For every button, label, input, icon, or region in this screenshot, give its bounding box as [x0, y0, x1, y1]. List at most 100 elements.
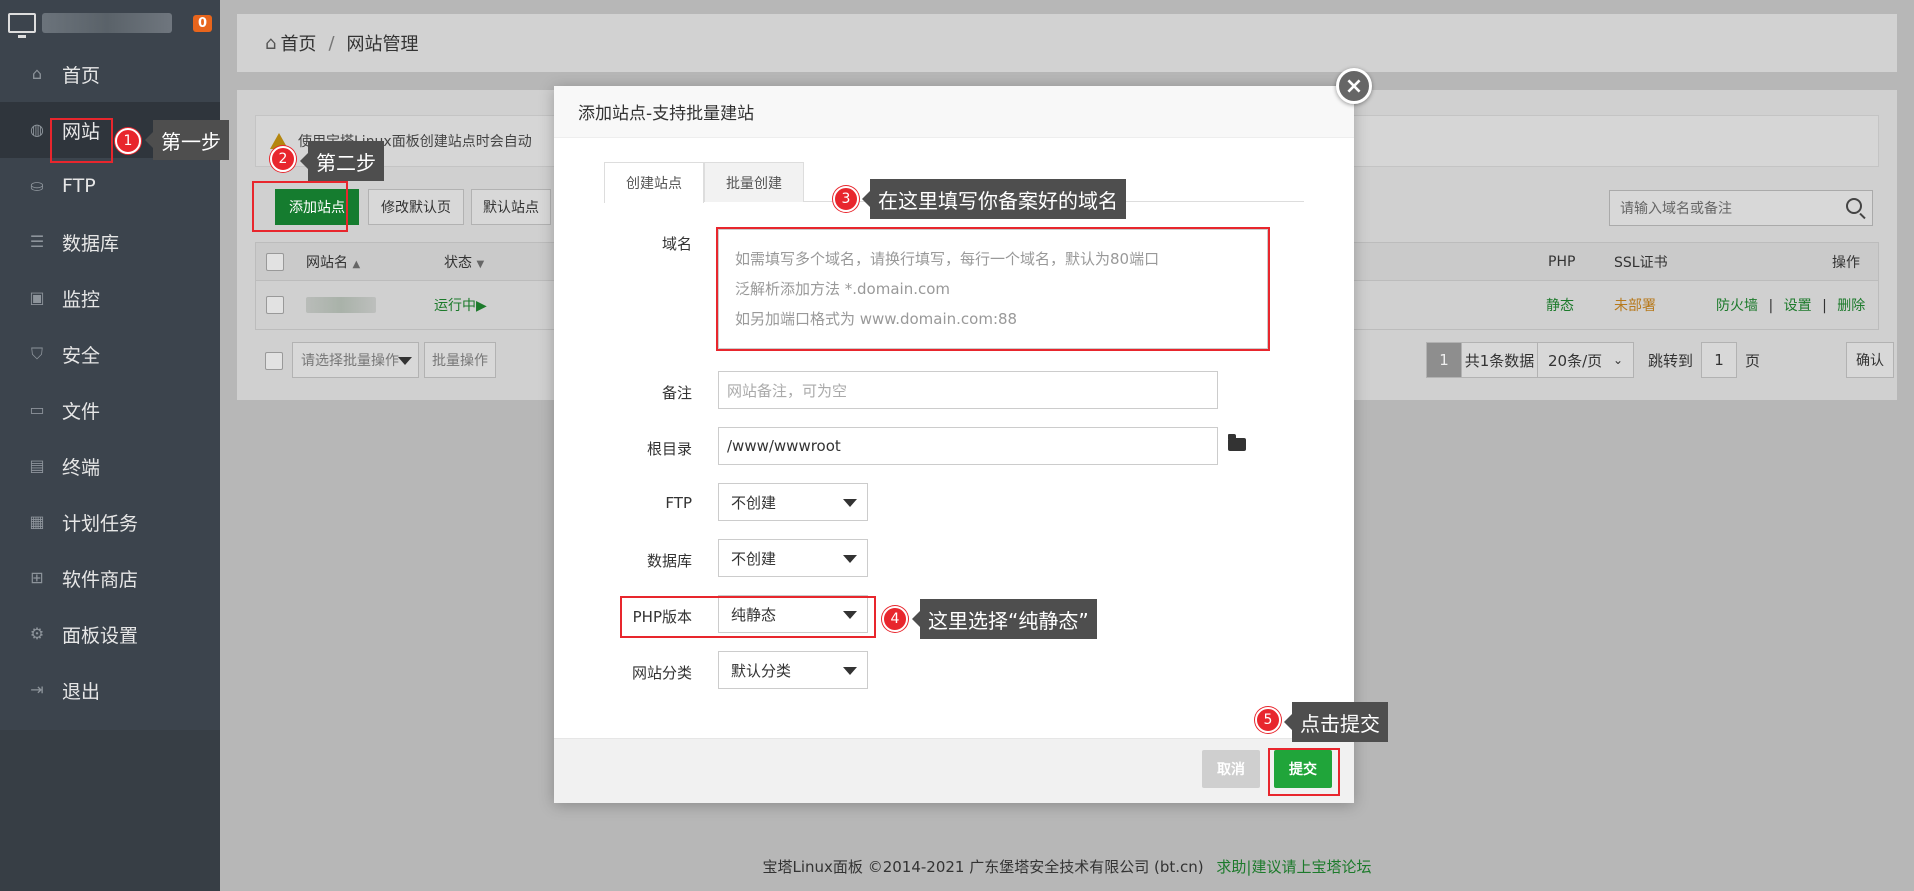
row-status[interactable]: 运行中▶ [434, 295, 487, 315]
footer-help-link[interactable]: 求助|建议请上宝塔论坛 [1216, 858, 1371, 876]
gear-icon: ⚙ [29, 624, 45, 643]
row-operations: 防火墙 | 设置 | 删除 [1716, 295, 1865, 315]
root-label: 根目录 [646, 440, 692, 458]
sidebar-item-logout[interactable]: ⇥ 退出 [0, 662, 220, 718]
annotation-box-submit [1268, 748, 1340, 796]
sidebar-item-monitor[interactable]: ▣ 监控 [0, 270, 220, 326]
sidebar-item-label: 首页 [62, 64, 101, 87]
chevron-down-icon: ⌄ [1612, 353, 1623, 367]
annotation-box-website [50, 118, 113, 163]
op-separator: | [1822, 298, 1827, 314]
root-dir-input[interactable]: /www/wwwroot [718, 427, 1218, 465]
sidebar-bottom [0, 730, 220, 891]
col-operations: 操作 [1832, 254, 1860, 271]
search-icon[interactable] [1846, 198, 1862, 214]
close-icon[interactable]: × [1336, 68, 1372, 104]
sidebar-item-label: 终端 [62, 456, 101, 479]
sidebar-item-database[interactable]: ☰ 数据库 [0, 214, 220, 270]
monitor-icon: ▣ [29, 288, 45, 307]
sidebar-item-files[interactable]: ▭ 文件 [0, 382, 220, 438]
page-jump-input[interactable]: 1 [1701, 342, 1737, 378]
chevron-down-icon [398, 357, 412, 365]
folder-icon: ▭ [29, 400, 45, 419]
search-input[interactable]: 请输入域名或备注 [1609, 190, 1873, 226]
annotation-tip-3: 在这里填写你备案好的域名 [862, 179, 1126, 219]
remark-input[interactable]: 网站备注，可为空 [718, 371, 1218, 409]
tab-batch-create[interactable]: 批量创建 [704, 162, 804, 202]
breadcrumb-home[interactable]: 首页 [280, 30, 316, 56]
sidebar-item-terminal[interactable]: ▤ 终端 [0, 438, 220, 494]
col-ssl: SSL证书 [1614, 254, 1668, 271]
chevron-down-icon [843, 555, 857, 563]
modify-default-page-button[interactable]: 修改默认页 [368, 189, 464, 225]
apps-icon: ⊞ [30, 568, 44, 587]
sidebar-item-cron[interactable]: ▦ 计划任务 [0, 494, 220, 550]
site-category-label: 网站分类 [631, 664, 692, 682]
sidebar-item-label: 退出 [62, 680, 101, 703]
select-all-checkbox[interactable] [266, 252, 284, 271]
annotation-box-php [620, 596, 876, 638]
annotation-number-1: 1 [115, 128, 141, 154]
row-ssl[interactable]: 未部署 [1614, 295, 1656, 315]
sidebar-header: 0 [0, 0, 220, 46]
message-badge[interactable]: 0 [192, 14, 212, 32]
footer: 宝塔Linux面板 ©2014-2021 广东堡塔安全技术有限公司 (bt.cn… [220, 856, 1914, 877]
annotation-tip-4: 这里选择“纯静态” [912, 599, 1097, 639]
batch-checkbox[interactable] [265, 352, 283, 370]
jump-confirm-button[interactable]: 确认 [1846, 342, 1894, 378]
tab-create-site[interactable]: 创建站点 [604, 162, 704, 203]
ftp-select[interactable]: 不创建 [718, 483, 868, 521]
ftp-label: FTP [665, 494, 692, 512]
annotation-number-3: 3 [833, 186, 859, 212]
batch-operate-button[interactable]: 批量操作 [424, 342, 496, 378]
settings-link[interactable]: 设置 [1784, 298, 1812, 314]
breadcrumb-current: 网站管理 [346, 34, 419, 55]
site-category-select[interactable]: 默认分类 [718, 651, 868, 689]
cancel-button[interactable]: 取消 [1202, 750, 1260, 788]
home-icon[interactable]: ⌂ [265, 33, 276, 54]
col-site-name[interactable]: 网站名 ▲ [306, 252, 360, 272]
logout-icon: ⇥ [30, 680, 44, 699]
site-name-blurred[interactable] [306, 297, 376, 313]
pager-total: 共1条数据 [1462, 342, 1538, 378]
per-page-select[interactable]: 20条/页 ⌄ [1538, 342, 1634, 378]
row-checkbox[interactable] [266, 296, 284, 314]
annotation-number-2: 2 [270, 146, 296, 172]
server-icon [8, 13, 36, 38]
firewall-link[interactable]: 防火墙 [1716, 298, 1758, 314]
sidebar-item-home[interactable]: ⌂ 首页 [0, 46, 220, 102]
sidebar-item-label: 数据库 [62, 232, 120, 255]
folder-open-icon[interactable] [1228, 434, 1246, 451]
annotation-box-domain [716, 227, 1270, 351]
annotation-box-add-site [252, 181, 348, 232]
annotation-tip-1: 第一步 [145, 120, 229, 160]
sort-desc-icon: ▼ [476, 258, 485, 270]
chevron-down-icon [843, 667, 857, 675]
database-select[interactable]: 不创建 [718, 539, 868, 577]
remark-label: 备注 [661, 384, 692, 402]
sidebar-item-label: 计划任务 [62, 512, 139, 535]
terminal-icon: ▤ [29, 456, 45, 475]
sidebar-item-ftp[interactable]: ⛀ FTP [0, 158, 220, 214]
pager-current-page[interactable]: 1 [1426, 342, 1462, 378]
sidebar-item-label: 面板设置 [62, 624, 139, 647]
sidebar-item-app-store[interactable]: ⊞ 软件商店 [0, 550, 220, 606]
delete-link[interactable]: 删除 [1837, 298, 1865, 314]
breadcrumb: ⌂ 首页 / 网站管理 [237, 14, 1897, 72]
op-separator: | [1768, 298, 1774, 314]
home-icon: ⌂ [31, 64, 43, 83]
row-php[interactable]: 静态 [1546, 295, 1574, 315]
sidebar-item-panel-settings[interactable]: ⚙ 面板设置 [0, 606, 220, 662]
server-address-blurred [42, 13, 172, 33]
domain-label: 域名 [661, 235, 692, 253]
sidebar-item-security[interactable]: ⛉ 安全 [0, 326, 220, 382]
sidebar-item-label: FTP [62, 175, 96, 197]
default-site-button[interactable]: 默认站点 [471, 189, 551, 225]
col-status[interactable]: 状态 ▼ [444, 252, 484, 272]
search-placeholder: 请输入域名或备注 [1620, 201, 1732, 217]
batch-select[interactable]: 请选择批量操作 [292, 342, 419, 378]
database-icon: ☰ [29, 232, 45, 251]
calendar-icon: ▦ [29, 512, 45, 531]
ftp-icon: ⛀ [30, 176, 44, 195]
sidebar-item-label: 安全 [62, 344, 101, 367]
